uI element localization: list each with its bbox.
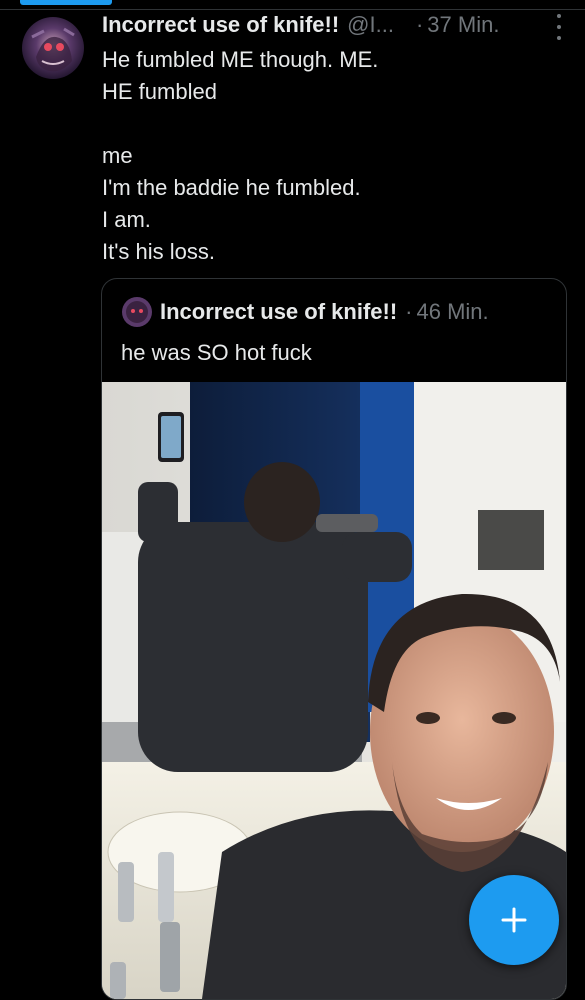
plus-icon xyxy=(501,907,527,933)
more-icon-dot xyxy=(557,25,561,29)
more-vertical-icon[interactable] xyxy=(553,14,565,40)
quoted-author-name[interactable]: Incorrect use of knife!! xyxy=(160,299,397,325)
separator-dot: · xyxy=(415,12,424,37)
tweet-line xyxy=(102,108,562,140)
tweet-line: HE fumbled xyxy=(102,79,217,104)
tweet-timestamp[interactable]: 37 Min. xyxy=(427,12,499,38)
quoted-tweet-header: Incorrect use of knife!! · 46 Min. xyxy=(160,296,489,328)
tweet-line: I'm the baddie he fumbled. xyxy=(102,175,361,200)
quoted-tweet-timestamp[interactable]: 46 Min. xyxy=(416,299,488,325)
tweet-line: It's his loss. xyxy=(102,239,216,264)
quoted-avatar-image xyxy=(122,297,152,327)
more-icon-dot xyxy=(557,36,561,40)
tweet-text: He fumbled ME though. ME. HE fumbled me … xyxy=(102,44,562,268)
author-name[interactable]: Incorrect use of knife!! xyxy=(102,12,339,38)
author-avatar-image xyxy=(22,17,84,79)
tweet-line: He fumbled ME though. ME. xyxy=(102,47,379,72)
author-avatar[interactable] xyxy=(22,17,84,79)
quoted-author-avatar[interactable] xyxy=(122,297,152,327)
tweet-header: Incorrect use of knife!! @I... · 37 Min. xyxy=(102,9,572,41)
compose-button[interactable] xyxy=(469,875,559,965)
tweet-line: I am. xyxy=(102,207,151,232)
tweet-line: me xyxy=(102,143,133,168)
active-tab-indicator xyxy=(20,0,112,5)
author-handle[interactable]: @I... xyxy=(347,12,394,38)
separator-dot: · xyxy=(405,299,413,324)
quoted-tweet-text: he was SO hot fuck xyxy=(121,340,312,365)
more-icon-dot xyxy=(557,14,561,18)
